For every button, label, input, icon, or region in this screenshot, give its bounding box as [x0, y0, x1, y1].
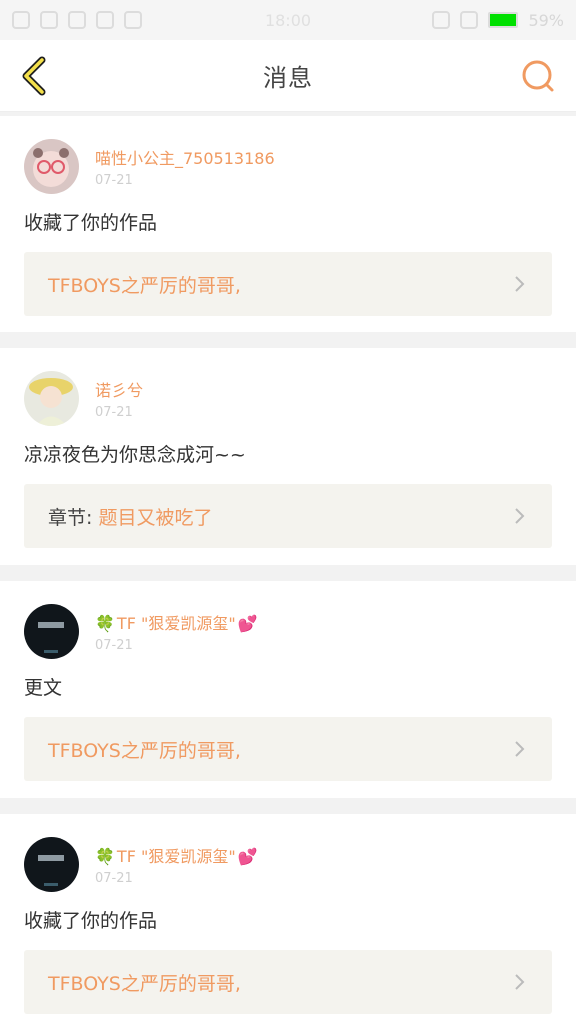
- user-name-text: TF "狠爱凯源玺": [116, 613, 236, 633]
- avatar[interactable]: [24, 836, 79, 892]
- message-feed: 喵性小公主_750513186 07-21 收藏了你的作品 TFBOYS之严厉的…: [0, 116, 576, 1034]
- user-row: 喵性小公主_750513186 07-21: [24, 116, 552, 194]
- avatar[interactable]: [24, 603, 79, 659]
- search-button[interactable]: [516, 54, 560, 98]
- heart-icon: 💕: [237, 846, 258, 866]
- status-time: 18:00: [264, 10, 312, 30]
- avatar[interactable]: [24, 138, 79, 194]
- chevron-right-icon: [515, 276, 525, 292]
- message-card: 诺彡兮 07-21 凉凉夜色为你思念成河~~ 章节: 题目又被吃了: [0, 348, 576, 565]
- clover-icon: 🍀: [95, 613, 115, 633]
- user-name[interactable]: 🍀 TF "狠爱凯源玺" 💕: [95, 610, 258, 634]
- card-divider: [0, 332, 576, 348]
- search-icon: [522, 60, 554, 92]
- work-link[interactable]: TFBOYS之严厉的哥哥,: [24, 252, 552, 316]
- user-row: 诺彡兮 07-21: [24, 348, 552, 426]
- action-text: 更文: [24, 677, 63, 699]
- chevron-right-icon: [515, 508, 525, 524]
- user-name-text: TF "狠爱凯源玺": [116, 846, 236, 866]
- action-text: 收藏了你的作品: [24, 910, 158, 932]
- card-divider: [0, 565, 576, 581]
- message-card: 喵性小公主_750513186 07-21 收藏了你的作品 TFBOYS之严厉的…: [0, 116, 576, 332]
- message-date: 07-21: [95, 172, 133, 188]
- action-text: 收藏了你的作品: [24, 212, 158, 234]
- chevron-right-icon: [515, 974, 525, 990]
- avatar[interactable]: [24, 370, 79, 426]
- user-info: 🍀 TF "狠爱凯源玺" 💕 07-21: [95, 843, 258, 886]
- page-title: 消息: [263, 64, 313, 92]
- user-name[interactable]: 喵性小公主_750513186: [95, 145, 275, 169]
- message-date: 07-21: [95, 404, 133, 420]
- chevron-left-icon: [22, 56, 46, 96]
- action-text: 凉凉夜色为你思念成河~~: [24, 444, 246, 466]
- clover-icon: 🍀: [95, 846, 115, 866]
- work-title: TFBOYS之严厉的哥哥,: [48, 972, 241, 995]
- message-card: 🍀 TF "狠爱凯源玺" 💕 07-21 收藏了你的作品 TFBOYS之严厉的哥哥,: [0, 814, 576, 1034]
- work-link[interactable]: TFBOYS之严厉的哥哥,: [24, 717, 552, 781]
- user-row: 🍀 TF "狠爱凯源玺" 💕 07-21: [24, 814, 552, 892]
- chevron-right-icon: [515, 741, 525, 757]
- status-bar: 18:00 59%: [0, 0, 576, 40]
- work-title: TFBOYS之严厉的哥哥,: [48, 739, 241, 762]
- message-date: 07-21: [95, 637, 133, 653]
- work-title: 题目又被吃了: [98, 506, 213, 529]
- user-info: 喵性小公主_750513186 07-21: [95, 145, 275, 188]
- work-title: TFBOYS之严厉的哥哥,: [48, 274, 241, 297]
- back-button[interactable]: [12, 52, 56, 100]
- top-nav-bar: 消息: [0, 40, 576, 112]
- work-link[interactable]: 章节: 题目又被吃了: [24, 484, 552, 548]
- card-divider: [0, 798, 576, 814]
- heart-icon: 💕: [237, 613, 258, 633]
- user-name[interactable]: 🍀 TF "狠爱凯源玺" 💕: [95, 843, 258, 867]
- message-card: 🍀 TF "狠爱凯源玺" 💕 07-21 更文 TFBOYS之严厉的哥哥,: [0, 581, 576, 798]
- user-name[interactable]: 诺彡兮: [95, 377, 143, 401]
- user-row: 🍀 TF "狠爱凯源玺" 💕 07-21: [24, 581, 552, 659]
- work-label: 章节:: [48, 506, 93, 529]
- work-link[interactable]: TFBOYS之严厉的哥哥,: [24, 950, 552, 1014]
- user-info: 诺彡兮 07-21: [95, 377, 143, 420]
- message-date: 07-21: [95, 870, 133, 886]
- user-info: 🍀 TF "狠爱凯源玺" 💕 07-21: [95, 610, 258, 653]
